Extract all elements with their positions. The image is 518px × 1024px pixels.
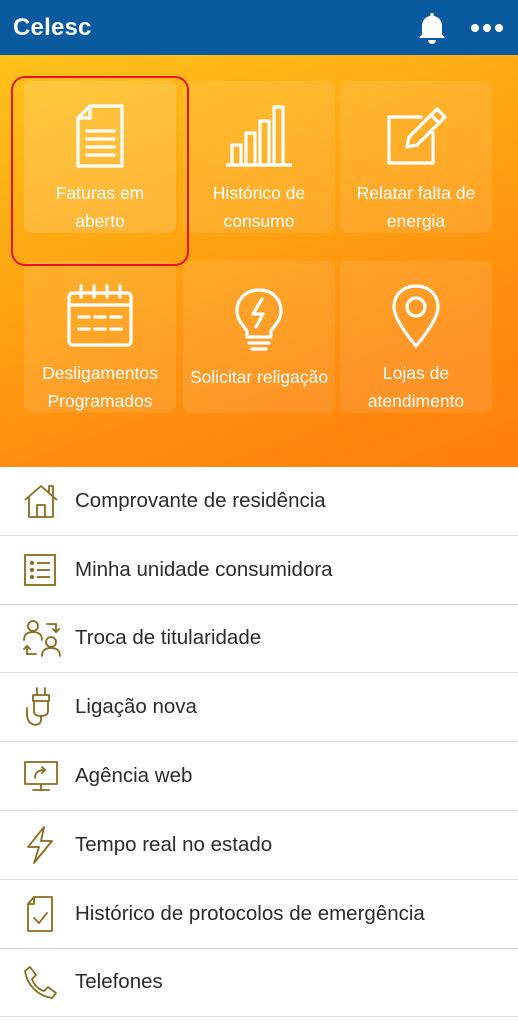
calendar-icon (65, 283, 135, 349)
list-item-label: Histórico de protocolos de emergência (75, 901, 425, 925)
tile-relatar-falta-de-energia[interactable]: Relatar falta de energia (340, 81, 492, 233)
plug-icon (0, 686, 75, 728)
tile-label: Desligamentos Programados (42, 363, 158, 411)
list-item-label: Comprovante de residência (75, 488, 326, 512)
list-item-comprovante[interactable]: Comprovante de residência (0, 467, 518, 536)
tile-lojas-de-atendimento[interactable]: Lojas de atendimento (340, 261, 492, 413)
edit-icon (381, 103, 451, 169)
swap-users-icon (0, 618, 75, 658)
location-pin-icon (390, 283, 442, 349)
tile-label: Faturas em aberto (55, 183, 145, 231)
app-bar-actions (416, 11, 504, 45)
monitor-icon (0, 758, 75, 794)
lightning-icon (0, 825, 75, 865)
lightbulb-icon (233, 283, 285, 353)
phone-icon (0, 964, 75, 1000)
tile-historico-de-consumo[interactable]: Histórico de consumo (183, 81, 335, 233)
list-item-troca-titularidade[interactable]: Troca de titularidade (0, 605, 518, 674)
tile-solicitar-religacao[interactable]: Solicitar religação (183, 261, 335, 413)
list-item-telefones[interactable]: Telefones (0, 949, 518, 1018)
document-check-icon (0, 894, 75, 934)
app-bar: Celesc (0, 0, 518, 55)
list-item-unidade-consumidora[interactable]: Minha unidade consumidora (0, 536, 518, 605)
list-item-label: Minha unidade consumidora (75, 557, 333, 581)
house-icon (0, 482, 75, 520)
list-item-ligacao-nova[interactable]: Ligação nova (0, 673, 518, 743)
more-dots-icon[interactable] (470, 23, 504, 33)
tile-label: Relatar falta de energia (356, 183, 476, 231)
list-item-label: Agência web (75, 764, 193, 788)
list-item-label: Tempo real no estado (75, 832, 273, 856)
invoice-icon (72, 103, 128, 169)
list-item-agencia-web[interactable]: Agência web (0, 742, 518, 811)
tile-label: Solicitar religação (189, 367, 329, 387)
list-icon (0, 552, 75, 588)
app-title: Celesc (13, 13, 92, 41)
tile-faturas-em-aberto[interactable]: Faturas em aberto (24, 81, 176, 233)
list-item-label: Troca de titularidade (75, 626, 262, 650)
list-item-label: Ligação nova (75, 695, 197, 719)
list-item-historico-protocolos[interactable]: Histórico de protocolos de emergência (0, 880, 518, 949)
services-list: Comprovante de residência Minha unidade … (0, 467, 518, 1018)
tile-label: Histórico de consumo (212, 183, 306, 231)
list-item-label: Telefones (75, 970, 163, 994)
quick-actions-panel: Faturas em aberto Histórico de consumo R… (0, 55, 518, 467)
list-item-tempo-real[interactable]: Tempo real no estado (0, 811, 518, 880)
bar-chart-icon (224, 103, 294, 169)
bell-icon[interactable] (416, 11, 448, 45)
tile-desligamentos-programados[interactable]: Desligamentos Programados (24, 261, 176, 413)
tile-label: Lojas de atendimento (367, 363, 465, 411)
